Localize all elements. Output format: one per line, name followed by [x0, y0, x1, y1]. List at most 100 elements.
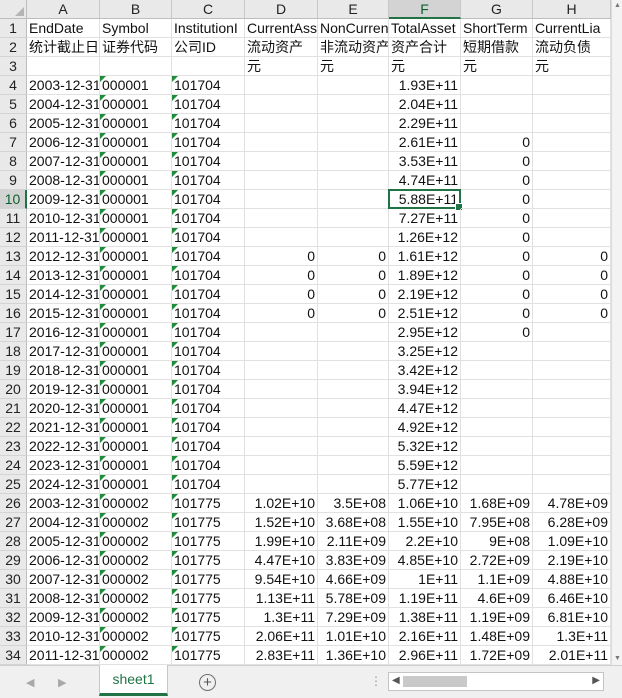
cell-f25[interactable]: 5.77E+12	[389, 475, 461, 494]
cell-d31[interactable]: 1.13E+11	[245, 589, 318, 608]
cell-e29[interactable]: 3.83E+09	[318, 551, 389, 570]
cell-e8[interactable]	[318, 152, 389, 171]
row-header[interactable]: 33	[0, 627, 27, 646]
cell-f3[interactable]: 元	[389, 57, 461, 76]
cell-a4[interactable]: 2003-12-31	[27, 76, 100, 95]
cell-c12[interactable]: 101704	[172, 228, 245, 247]
cell-d33[interactable]: 2.06E+11	[245, 627, 318, 646]
cell-d5[interactable]	[245, 95, 318, 114]
cell-e4[interactable]	[318, 76, 389, 95]
cell-g18[interactable]	[461, 342, 533, 361]
cell-e9[interactable]	[318, 171, 389, 190]
cell-h7[interactable]	[533, 133, 611, 152]
column-header-h[interactable]: H	[533, 0, 611, 19]
cell-d17[interactable]	[245, 323, 318, 342]
cell-a14[interactable]: 2013-12-31	[27, 266, 100, 285]
row-header[interactable]: 31	[0, 589, 27, 608]
cell-h4[interactable]	[533, 76, 611, 95]
cell-f22[interactable]: 4.92E+12	[389, 418, 461, 437]
cell-f32[interactable]: 1.38E+11	[389, 608, 461, 627]
cell-b29[interactable]: 000002	[100, 551, 172, 570]
cell-b28[interactable]: 000002	[100, 532, 172, 551]
cell-d25[interactable]	[245, 475, 318, 494]
cell-d14[interactable]: 0	[245, 266, 318, 285]
cell-g7[interactable]: 0	[461, 133, 533, 152]
cell-d27[interactable]: 1.52E+10	[245, 513, 318, 532]
row-header[interactable]: 34	[0, 646, 27, 665]
cell-g27[interactable]: 7.95E+08	[461, 513, 533, 532]
cell-a16[interactable]: 2015-12-31	[27, 304, 100, 323]
cell-c7[interactable]: 101704	[172, 133, 245, 152]
row-header[interactable]: 26	[0, 494, 27, 513]
cell-a5[interactable]: 2004-12-31	[27, 95, 100, 114]
cell-c28[interactable]: 101775	[172, 532, 245, 551]
row-header[interactable]: 15	[0, 285, 27, 304]
cell-d13[interactable]: 0	[245, 247, 318, 266]
cell-d29[interactable]: 4.47E+10	[245, 551, 318, 570]
row-header[interactable]: 6	[0, 114, 27, 133]
cell-d16[interactable]: 0	[245, 304, 318, 323]
cell-e15[interactable]: 0	[318, 285, 389, 304]
cell-d10[interactable]	[245, 190, 318, 209]
cell-e33[interactable]: 1.01E+10	[318, 627, 389, 646]
row-header[interactable]: 17	[0, 323, 27, 342]
cell-b15[interactable]: 000001	[100, 285, 172, 304]
column-header-g[interactable]: G	[461, 0, 533, 19]
cell-a10[interactable]: 2009-12-31	[27, 190, 100, 209]
cell-f1[interactable]: TotalAsset	[389, 19, 461, 38]
row-header[interactable]: 4	[0, 76, 27, 95]
cell-d3[interactable]: 元	[245, 57, 318, 76]
cell-f4[interactable]: 1.93E+11	[389, 76, 461, 95]
row-header[interactable]: 13	[0, 247, 27, 266]
cell-g9[interactable]: 0	[461, 171, 533, 190]
cell-f29[interactable]: 4.85E+10	[389, 551, 461, 570]
cell-h31[interactable]: 6.46E+10	[533, 589, 611, 608]
cell-b6[interactable]: 000001	[100, 114, 172, 133]
cell-c19[interactable]: 101704	[172, 361, 245, 380]
cell-b21[interactable]: 000001	[100, 399, 172, 418]
cell-d20[interactable]	[245, 380, 318, 399]
cell-h16[interactable]: 0	[533, 304, 611, 323]
cell-b8[interactable]: 000001	[100, 152, 172, 171]
cell-a22[interactable]: 2021-12-31	[27, 418, 100, 437]
cell-e10[interactable]	[318, 190, 389, 209]
cell-f2[interactable]: 资产合计	[389, 38, 461, 57]
cell-e31[interactable]: 5.78E+09	[318, 589, 389, 608]
row-header[interactable]: 10	[0, 190, 27, 209]
cell-d8[interactable]	[245, 152, 318, 171]
cell-b17[interactable]: 000001	[100, 323, 172, 342]
cell-b23[interactable]: 000001	[100, 437, 172, 456]
cell-b26[interactable]: 000002	[100, 494, 172, 513]
row-header[interactable]: 24	[0, 456, 27, 475]
cell-b20[interactable]: 000001	[100, 380, 172, 399]
row-header[interactable]: 3	[0, 57, 27, 76]
row-header[interactable]: 21	[0, 399, 27, 418]
scroll-down-icon[interactable]: ▼	[612, 653, 622, 665]
row-header[interactable]: 11	[0, 209, 27, 228]
cell-f9[interactable]: 4.74E+11	[389, 171, 461, 190]
select-all-corner[interactable]	[0, 0, 27, 19]
next-sheet-icon[interactable]: ▶	[58, 676, 66, 689]
cell-d6[interactable]	[245, 114, 318, 133]
cell-a31[interactable]: 2008-12-31	[27, 589, 100, 608]
cell-b13[interactable]: 000001	[100, 247, 172, 266]
cell-a26[interactable]: 2003-12-31	[27, 494, 100, 513]
cell-a25[interactable]: 2024-12-31	[27, 475, 100, 494]
cell-e19[interactable]	[318, 361, 389, 380]
cell-g3[interactable]: 元	[461, 57, 533, 76]
cell-d2[interactable]: 流动资产	[245, 38, 318, 57]
cell-c20[interactable]: 101704	[172, 380, 245, 399]
cell-b3[interactable]	[100, 57, 172, 76]
cell-c21[interactable]: 101704	[172, 399, 245, 418]
cell-c25[interactable]: 101704	[172, 475, 245, 494]
cell-g24[interactable]	[461, 456, 533, 475]
cell-c31[interactable]: 101775	[172, 589, 245, 608]
cell-a29[interactable]: 2006-12-31	[27, 551, 100, 570]
cell-f20[interactable]: 3.94E+12	[389, 380, 461, 399]
cell-h6[interactable]	[533, 114, 611, 133]
cell-g2[interactable]: 短期借款	[461, 38, 533, 57]
cell-h30[interactable]: 4.88E+10	[533, 570, 611, 589]
cell-f15[interactable]: 2.19E+12	[389, 285, 461, 304]
cell-c4[interactable]: 101704	[172, 76, 245, 95]
cell-a21[interactable]: 2020-12-31	[27, 399, 100, 418]
